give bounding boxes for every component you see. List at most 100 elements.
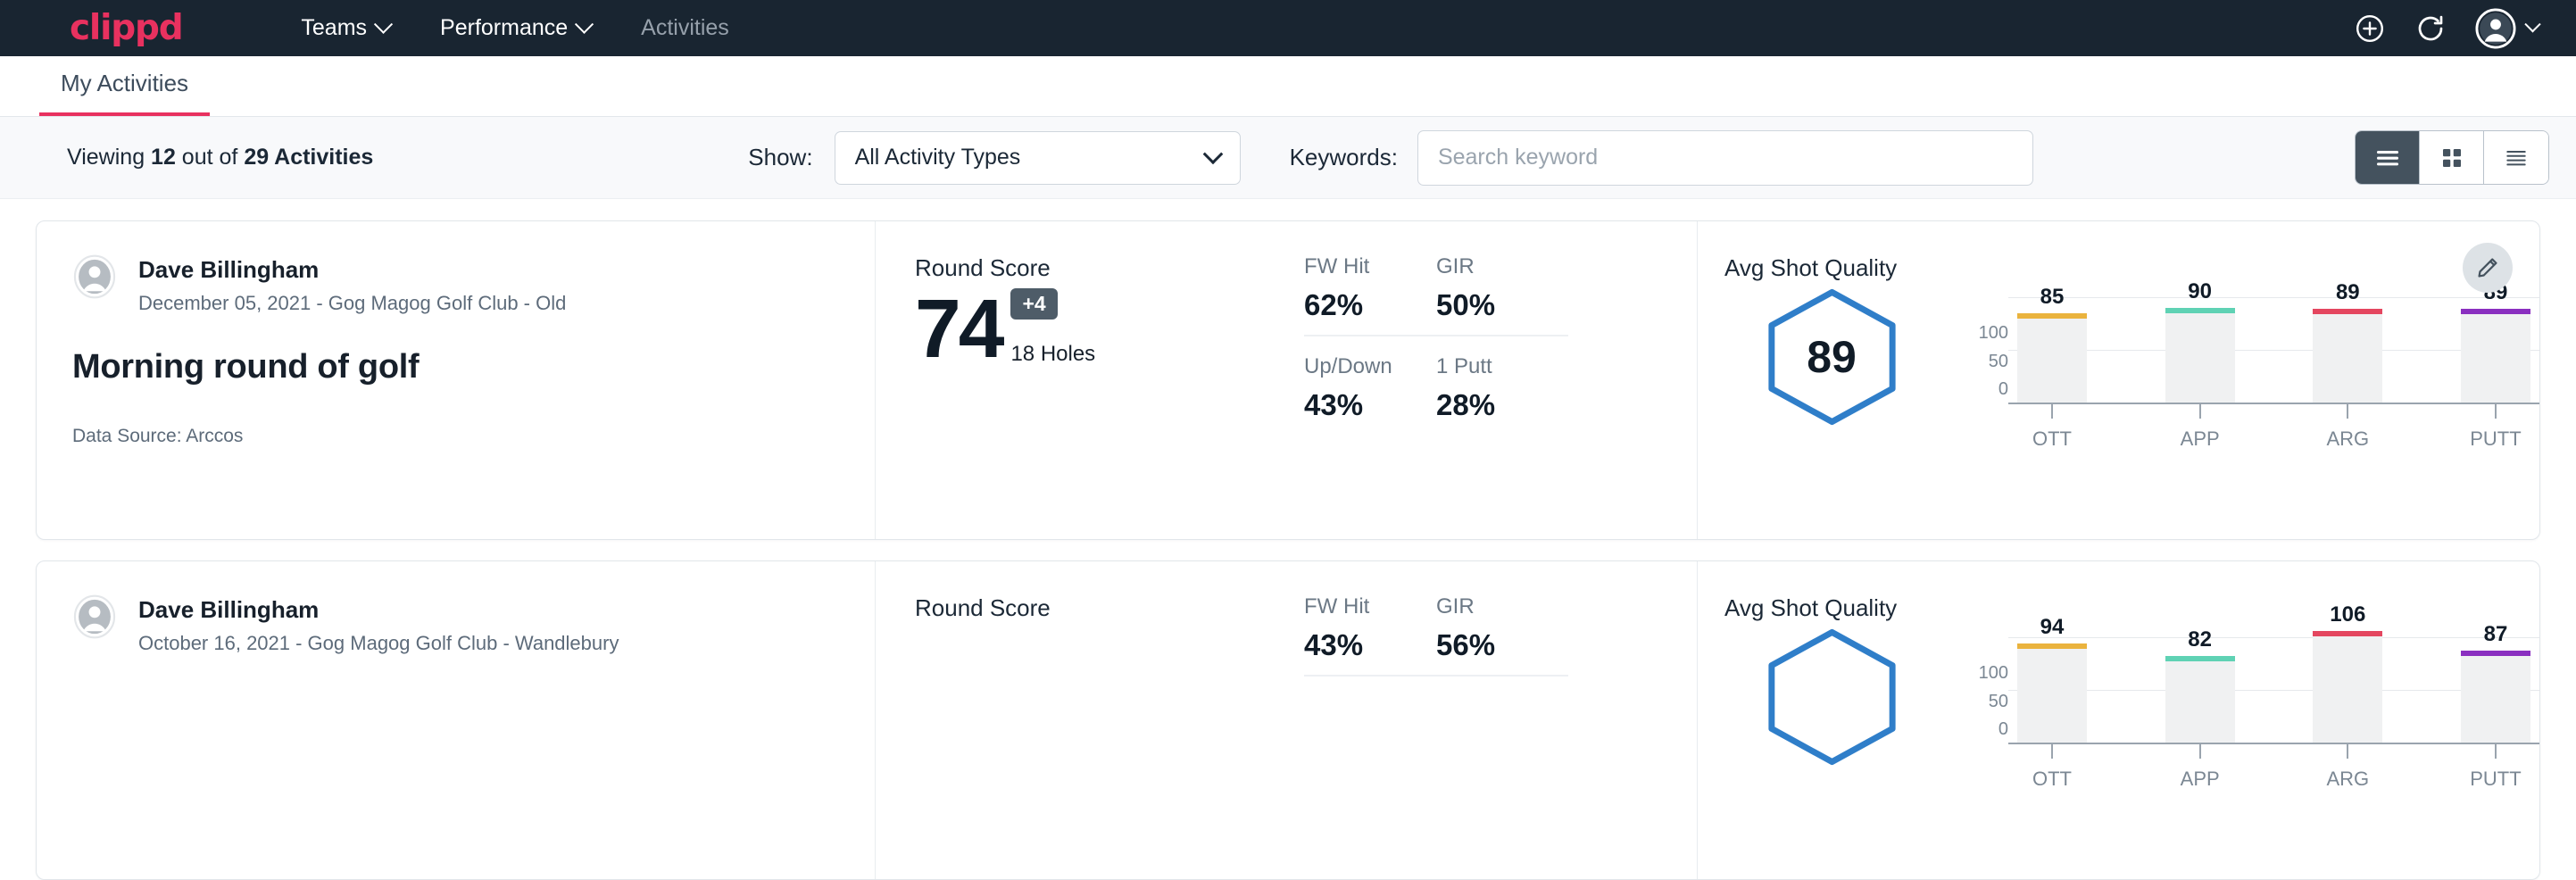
avg-shot-quality-label: Avg Shot Quality: [1724, 594, 2539, 622]
chart-tick-mark: [2495, 404, 2497, 419]
stat-label: FW Hit: [1304, 254, 1415, 279]
chart-x-tick-label: OTT: [2017, 428, 2087, 451]
activity-card[interactable]: Dave Billingham October 16, 2021 - Gog M…: [36, 560, 2540, 880]
avg-shot-quality-section: Avg Shot Quality 89 100 50 0 85908989OTT…: [1697, 221, 2539, 539]
activity-card[interactable]: Dave Billingham December 05, 2021 - Gog …: [36, 220, 2540, 540]
avatar: [72, 254, 117, 299]
chart-tick-mark: [2347, 404, 2348, 419]
shot-quality-bar-chart: 100 50 0 948210687OTTAPPARGPUTT: [1939, 626, 2539, 740]
filter-toolbar: Viewing 12 out of 29 Activities Show: Al…: [0, 117, 2576, 199]
chart-bar-cap: [2165, 656, 2235, 661]
shot-quality-bar-chart: 100 50 0 85908989OTTAPPARGPUTT: [1939, 286, 2539, 400]
nav-item-teams[interactable]: Teams: [276, 15, 415, 41]
activity-author: Dave Billingham October 16, 2021 - Gog M…: [72, 594, 839, 655]
chevron-down-icon: [575, 15, 594, 34]
chart-bar-cap: [2313, 309, 2382, 314]
activity-card-header: Dave Billingham December 05, 2021 - Gog …: [37, 221, 876, 539]
activity-author-name: Dave Billingham: [138, 256, 566, 284]
chart-x-tick-label: PUTT: [2461, 768, 2530, 791]
add-activity-button[interactable]: [2354, 12, 2386, 45]
chart-x-ticks: [2017, 744, 2530, 759]
round-stats-grid: FW Hit 43% GIR 56%: [1304, 561, 1697, 879]
chart-bar-cap: [2017, 313, 2087, 319]
stat-value: 28%: [1436, 388, 1568, 422]
chart-bar-track: [2017, 643, 2087, 743]
stat-value: 62%: [1304, 288, 1415, 322]
list-view-icon: [2373, 144, 2402, 172]
y-tick: 0: [1998, 379, 2008, 400]
chart-bar-cap: [2461, 651, 2530, 656]
tab-my-activities[interactable]: My Activities: [39, 70, 210, 116]
stat-label: GIR: [1436, 254, 1547, 279]
activity-meta: October 16, 2021 - Gog Magog Golf Club -…: [138, 632, 619, 655]
chart-x-tick-label: ARG: [2313, 768, 2382, 791]
primary-nav: Teams Performance Activities: [276, 15, 753, 41]
round-stats-grid: FW Hit 62% GIR 50% Up/Down 43% 1 Putt 28…: [1304, 221, 1697, 539]
viewing-count: 12: [151, 145, 176, 170]
stat-label: GIR: [1436, 594, 1547, 619]
chart-x-tick-label: PUTT: [2461, 428, 2530, 451]
stat-gir: GIR 50%: [1436, 254, 1568, 336]
chart-bars: 85908989: [2017, 286, 2530, 403]
chart-bar: 106: [2313, 602, 2382, 743]
y-tick: 0: [1998, 719, 2008, 740]
chevron-down-icon: [2524, 16, 2540, 32]
chevron-down-icon: [1202, 144, 1223, 164]
activities-list: Dave Billingham December 05, 2021 - Gog …: [0, 199, 2576, 880]
chart-bar: 82: [2165, 627, 2235, 743]
activity-title: Morning round of golf: [72, 348, 839, 386]
top-navigation-bar: clippd Teams Performance Activities: [0, 0, 2576, 56]
tab-label: My Activities: [61, 70, 188, 96]
chart-bar: 94: [2017, 615, 2087, 743]
round-score-label: Round Score: [915, 594, 1304, 622]
keywords-label: Keywords:: [1290, 144, 1398, 171]
stat-label: FW Hit: [1304, 594, 1415, 619]
nav-item-activities[interactable]: Activities: [616, 15, 754, 41]
brand-logo[interactable]: clippd: [70, 8, 182, 48]
chart-bar: 90: [2165, 279, 2235, 403]
pencil-icon: [2475, 255, 2500, 280]
chart-y-axis: 100 50 0: [1962, 286, 2008, 400]
chart-x-ticks: [2017, 404, 2530, 419]
avg-shot-quality-value: 89: [1724, 286, 1939, 428]
round-score-label: Round Score: [915, 254, 1304, 282]
stat-gir: GIR 56%: [1436, 594, 1568, 677]
y-tick: 50: [1989, 352, 2008, 372]
chart-x-axis: OTTAPPARGPUTT: [2017, 428, 2530, 451]
user-menu[interactable]: [2475, 8, 2539, 49]
nav-item-label: Performance: [440, 15, 568, 41]
chart-x-tick-label: APP: [2165, 768, 2235, 791]
search-input[interactable]: [1417, 130, 2033, 186]
round-score-value: 74: [915, 287, 1001, 370]
view-mode-compact-button[interactable]: [2484, 131, 2548, 184]
chart-x-axis: OTT APP ARG PUTT: [2017, 768, 2530, 791]
stat-value: 50%: [1436, 288, 1547, 322]
chart-bar-value: 94: [2040, 615, 2065, 640]
chart-x-tick-label: APP: [2165, 428, 2235, 451]
chart-bar-track: [2461, 309, 2530, 403]
activity-meta: December 05, 2021 - Gog Magog Golf Club …: [138, 292, 566, 315]
viewing-total: 29 Activities: [244, 145, 373, 170]
y-tick: 50: [1989, 692, 2008, 712]
nav-item-performance[interactable]: Performance: [415, 15, 616, 41]
page-tab-bar: My Activities: [0, 56, 2576, 117]
score-differential-badge: +4: [1010, 288, 1057, 320]
edit-activity-button[interactable]: [2463, 243, 2513, 293]
chart-x-tick-label: OTT: [2017, 768, 2087, 791]
activity-type-select[interactable]: All Activity Types: [835, 131, 1241, 185]
avg-shot-quality-value: [1724, 626, 1939, 768]
view-mode-list-button[interactable]: [2356, 131, 2420, 184]
activity-author: Dave Billingham December 05, 2021 - Gog …: [72, 254, 839, 315]
activities-count-summary: Viewing 12 out of 29 Activities: [67, 145, 373, 170]
chart-bar-value: 89: [2336, 280, 2360, 305]
chart-bar-track: [2461, 651, 2530, 743]
avg-shot-quality-section: Avg Shot Quality 100 50 0 948210687OTTAP…: [1697, 561, 2539, 879]
nav-actions: [2354, 8, 2539, 49]
stat-value: 43%: [1304, 388, 1436, 422]
activity-card-header: Dave Billingham October 16, 2021 - Gog M…: [37, 561, 876, 879]
chart-plot-area: 948210687OTTAPPARGPUTT: [2008, 626, 2539, 740]
stat-fw-hit: FW Hit 43%: [1304, 594, 1436, 677]
refresh-button[interactable]: [2414, 12, 2447, 45]
chart-bar: 87: [2461, 622, 2530, 743]
view-mode-grid-button[interactable]: [2420, 131, 2484, 184]
